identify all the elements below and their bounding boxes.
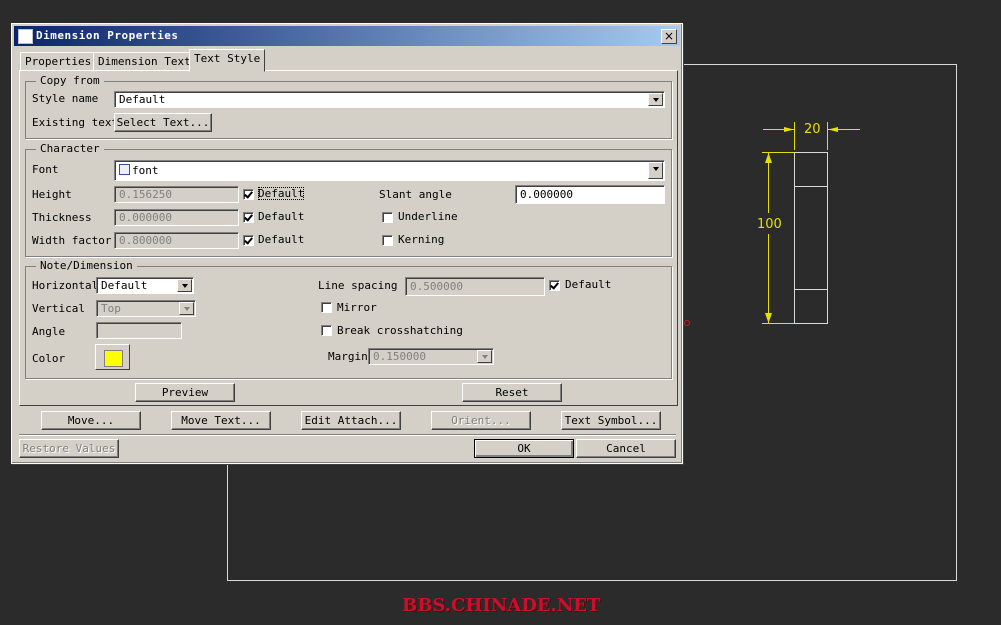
horizontal-label: Horizontal — [32, 279, 99, 292]
line-spacing-default-label[interactable]: Default — [565, 278, 611, 291]
dimension-value-vertical[interactable]: 100 — [757, 217, 782, 232]
angle-label: Angle — [32, 325, 66, 338]
angle-field — [96, 322, 182, 339]
thickness-default-label[interactable]: Default — [258, 210, 304, 223]
cancel-button[interactable]: Cancel — [576, 439, 676, 458]
kerning-checkbox[interactable] — [382, 235, 393, 246]
width-factor-label: Width factor — [32, 234, 112, 247]
height-field: 0.156250 — [114, 186, 239, 203]
underline-label[interactable]: Underline — [398, 210, 458, 223]
ok-button[interactable]: OK — [474, 439, 574, 458]
margin-label: Margin — [328, 350, 368, 363]
character-group: Character Font font Height 0.156250 Defa… — [25, 142, 672, 257]
font-dropdown[interactable]: font — [114, 160, 665, 181]
restore-values-button: Restore Values — [19, 439, 119, 458]
height-default-checkbox[interactable] — [243, 189, 254, 200]
width-factor-field: 0.800000 — [114, 232, 239, 249]
move-text-button[interactable]: Move Text... — [171, 411, 271, 430]
text-symbol-button[interactable]: Text Symbol... — [561, 411, 661, 430]
tab-text-style[interactable]: Text Style — [189, 49, 266, 72]
style-name-value: Default — [119, 93, 166, 106]
slant-angle-label: Slant angle — [379, 188, 452, 201]
vertical-dropdown: Top — [96, 300, 196, 317]
chevron-down-icon — [477, 350, 492, 363]
chevron-down-icon — [179, 302, 194, 315]
color-swatch-yellow — [104, 350, 123, 367]
margin-value: 0.150000 — [373, 350, 426, 363]
existing-text-label: Existing text — [32, 116, 119, 129]
height-default-label[interactable]: Default — [258, 187, 305, 200]
origin-marker — [684, 320, 690, 326]
copy-from-group: Copy from Style name Default Existing te… — [25, 74, 672, 139]
orient-button: Orient... — [431, 411, 531, 430]
vertical-label: Vertical — [32, 302, 85, 315]
note-dimension-legend: Note/Dimension — [36, 259, 137, 272]
chevron-down-icon[interactable] — [648, 93, 663, 106]
line-spacing-field: 0.500000 — [405, 277, 545, 296]
dialog-titlebar[interactable]: Dimension Properties × — [14, 26, 680, 46]
character-legend: Character — [36, 142, 104, 155]
font-label: Font — [32, 163, 59, 176]
font-value: font — [132, 164, 159, 177]
break-crosshatching-label[interactable]: Break crosshatching — [337, 324, 463, 337]
horizontal-dropdown[interactable]: Default — [96, 277, 194, 294]
reset-button[interactable]: Reset — [462, 383, 562, 402]
chevron-down-icon[interactable] — [177, 279, 192, 292]
style-name-dropdown[interactable]: Default — [114, 91, 665, 108]
dimension-value-horizontal[interactable]: 20 — [804, 122, 821, 137]
kerning-label[interactable]: Kerning — [398, 233, 444, 246]
mirror-label[interactable]: Mirror — [337, 301, 377, 314]
dimension-properties-dialog: Dimension Properties × Properties Dimens… — [11, 23, 683, 464]
horizontal-value: Default — [101, 279, 148, 292]
underline-checkbox[interactable] — [382, 212, 393, 223]
width-factor-default-label[interactable]: Default — [258, 233, 304, 246]
vertical-value: Top — [101, 302, 121, 315]
close-button[interactable]: × — [661, 29, 677, 44]
mirror-checkbox[interactable] — [321, 302, 332, 313]
watermark: BBS.CHINADE.NET — [402, 595, 601, 616]
height-label: Height — [32, 188, 72, 201]
thickness-field: 0.000000 — [114, 209, 239, 226]
break-crosshatching-checkbox[interactable] — [321, 325, 332, 336]
text-style-panel: Copy from Style name Default Existing te… — [19, 70, 678, 406]
thickness-default-checkbox[interactable] — [243, 212, 254, 223]
margin-dropdown: 0.150000 — [368, 348, 494, 365]
note-dimension-group: Note/Dimension Horizontal Default Vertic… — [25, 259, 672, 379]
style-name-label: Style name — [32, 92, 99, 105]
width-factor-default-checkbox[interactable] — [243, 235, 254, 246]
line-spacing-default-checkbox[interactable] — [549, 280, 560, 291]
select-text-button[interactable]: Select Text... — [114, 113, 212, 132]
color-label: Color — [32, 352, 66, 365]
thickness-label: Thickness — [32, 211, 92, 224]
move-button[interactable]: Move... — [41, 411, 141, 430]
dialog-title: Dimension Properties — [36, 29, 179, 42]
font-icon — [119, 164, 130, 175]
edit-attach-button[interactable]: Edit Attach... — [301, 411, 401, 430]
tab-dimension-text[interactable]: Dimension Text — [93, 52, 196, 72]
color-picker-button[interactable] — [95, 344, 130, 370]
chevron-down-icon[interactable] — [648, 162, 663, 179]
dialog-app-icon — [18, 29, 33, 44]
footer-separator — [19, 434, 676, 436]
tab-properties[interactable]: Properties — [20, 52, 97, 72]
slant-angle-field[interactable]: 0.000000 — [515, 185, 665, 204]
preview-button[interactable]: Preview — [135, 383, 235, 402]
line-spacing-label: Line spacing — [318, 279, 398, 292]
copy-from-legend: Copy from — [36, 74, 104, 87]
